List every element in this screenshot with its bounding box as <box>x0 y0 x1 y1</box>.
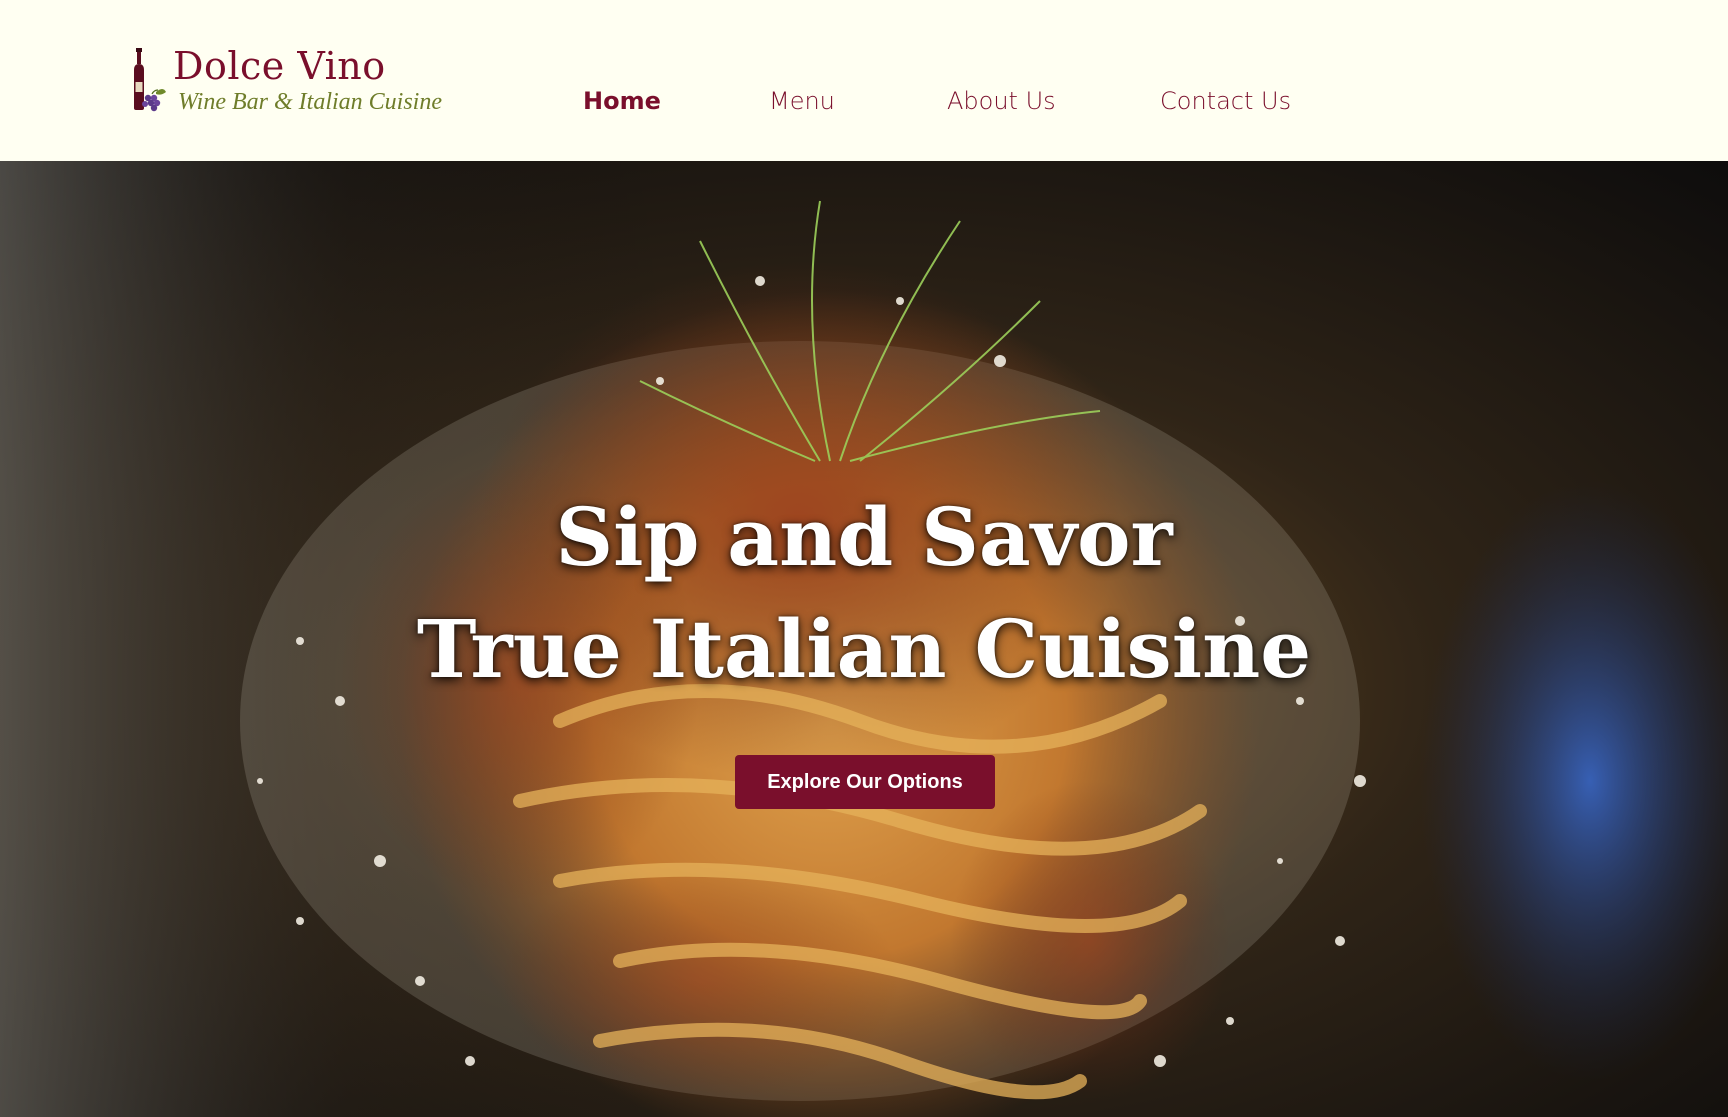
nav-item-home[interactable]: Home <box>583 84 661 118</box>
hero-headline-line-1: Sip and Savor <box>555 490 1173 584</box>
hero-headline-line-2: True Italian Cuisine <box>416 602 1312 696</box>
hero-headline: Sip and Savor True Italian Cuisine <box>0 481 1728 705</box>
logo[interactable]: Dolce Vino Wine Bar & Italian Cuisine <box>126 44 456 124</box>
brand-name: Dolce Vino <box>173 44 386 88</box>
brand-tagline: Wine Bar & Italian Cuisine <box>178 89 442 115</box>
explore-options-button[interactable]: Explore Our Options <box>735 755 995 809</box>
wine-bottle-grapes-icon <box>134 48 166 112</box>
nav-item-contact-us[interactable]: Contact Us <box>1160 84 1291 118</box>
hero-section: Sip and Savor True Italian Cuisine Explo… <box>0 161 1728 1117</box>
site-header: Dolce Vino Wine Bar & Italian Cuisine Ho… <box>0 0 1728 161</box>
nav-item-menu[interactable]: Menu <box>769 84 835 118</box>
nav-item-about-us[interactable]: About Us <box>947 84 1056 118</box>
